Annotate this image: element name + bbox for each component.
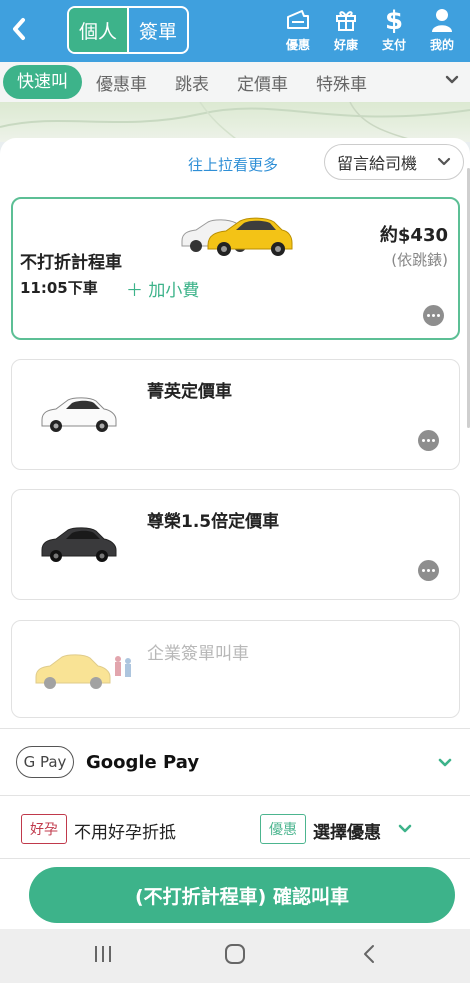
select-promo-button[interactable]: 選擇優惠 — [313, 818, 381, 843]
chevron-left-icon — [13, 18, 25, 40]
ride-option-name: 不打折計程車 — [20, 253, 122, 273]
dollar-icon: $ — [385, 6, 403, 34]
ride-option-name: 企業簽單叫車 — [147, 644, 249, 664]
arrival-time: 11:05下車 — [20, 279, 98, 297]
ride-option-name: 菁英定價車 — [147, 382, 232, 402]
person-icon — [432, 9, 452, 32]
back-button[interactable] — [6, 14, 32, 48]
price-note: (依跳錶) — [391, 251, 448, 269]
system-back-icon[interactable] — [360, 943, 378, 965]
segment-personal[interactable]: 個人 — [69, 8, 127, 52]
divider — [0, 858, 470, 859]
header-perks-button[interactable]: 好康 — [328, 4, 364, 53]
home-icon[interactable] — [224, 943, 246, 965]
add-tip-button[interactable]: ＋ 加小費 — [126, 276, 199, 301]
pregnancy-badge: 好孕 — [21, 814, 67, 844]
ride-option-premium[interactable]: 尊榮1.5倍定價車 — [11, 489, 460, 600]
more-options-icon[interactable] — [423, 305, 444, 326]
chevron-down-icon — [437, 157, 451, 166]
map-view[interactable] — [0, 102, 470, 142]
white-car-image — [41, 397, 117, 432]
chevron-down-icon[interactable] — [444, 72, 460, 88]
header-promotions-label: 優惠 — [285, 38, 310, 52]
top-app-bar: 個人 簽單 優惠 好康 $ 支付 我的 — [0, 0, 470, 62]
more-options-icon[interactable] — [418, 560, 439, 581]
promo-badge: 優惠 — [260, 814, 306, 844]
ride-option-name: 尊榮1.5倍定價車 — [147, 512, 280, 532]
tab-fixed-price[interactable]: 定價車 — [223, 70, 302, 95]
ride-option-elite[interactable]: 菁英定價車 — [11, 359, 460, 470]
tab-meter[interactable]: 跳表 — [161, 70, 223, 95]
chevron-down-icon[interactable] — [397, 822, 413, 836]
taxi-car-image — [181, 217, 293, 256]
account-type-toggle: 個人 簽單 — [67, 6, 189, 54]
ticket-icon — [287, 10, 309, 29]
header-profile-label: 我的 — [429, 38, 454, 52]
more-options-icon[interactable] — [418, 430, 439, 451]
divider — [0, 795, 470, 796]
pregnancy-discount-option[interactable]: 不用好孕折抵 — [74, 818, 176, 843]
segment-corporate[interactable]: 簽單 — [127, 8, 187, 52]
recent-apps-icon[interactable] — [92, 943, 114, 965]
header-payment-label: 支付 — [381, 38, 406, 52]
divider — [0, 728, 470, 729]
faded-car-image — [35, 654, 131, 689]
chevron-down-icon[interactable] — [437, 756, 453, 770]
svg-text:$: $ — [385, 6, 403, 34]
tab-special-car[interactable]: 特殊車 — [302, 70, 381, 95]
service-tabs: 快速叫 優惠車 跳表 定價車 特殊車 — [0, 62, 470, 102]
header-promotions-button[interactable]: 優惠 — [280, 4, 316, 53]
confirm-ride-button[interactable]: (不打折計程車) 確認叫車 — [29, 867, 455, 923]
gift-icon — [336, 11, 356, 31]
payment-method-label[interactable]: Google Pay — [86, 752, 199, 773]
tab-discount-car[interactable]: 優惠車 — [82, 70, 161, 95]
google-pay-logo: G Pay — [16, 746, 74, 778]
pull-up-hint[interactable]: 往上拉看更多 — [188, 154, 278, 175]
message-driver-label: 留言給司機 — [337, 154, 418, 173]
header-perks-label: 好康 — [333, 38, 358, 52]
header-profile-button[interactable]: 我的 — [424, 4, 460, 53]
message-driver-button[interactable]: 留言給司機 — [324, 144, 464, 180]
system-navigation-bar — [0, 929, 470, 983]
map-roads — [0, 102, 470, 142]
ride-option-taxi[interactable]: 不打折計程車 約$430 (依跳錶) 11:05下車 ＋ 加小費 — [11, 197, 460, 340]
dark-car-image — [41, 527, 117, 562]
header-payment-button[interactable]: $ 支付 — [376, 4, 412, 53]
ride-option-corporate: 企業簽單叫車 — [11, 620, 460, 718]
estimated-price: 約$430 — [379, 225, 448, 246]
bottom-sheet: 往上拉看更多 留言給司機 不打折計程車 約$430 (依跳錶) 11:05下車 … — [0, 138, 470, 929]
tab-quick-call[interactable]: 快速叫 — [3, 65, 82, 99]
